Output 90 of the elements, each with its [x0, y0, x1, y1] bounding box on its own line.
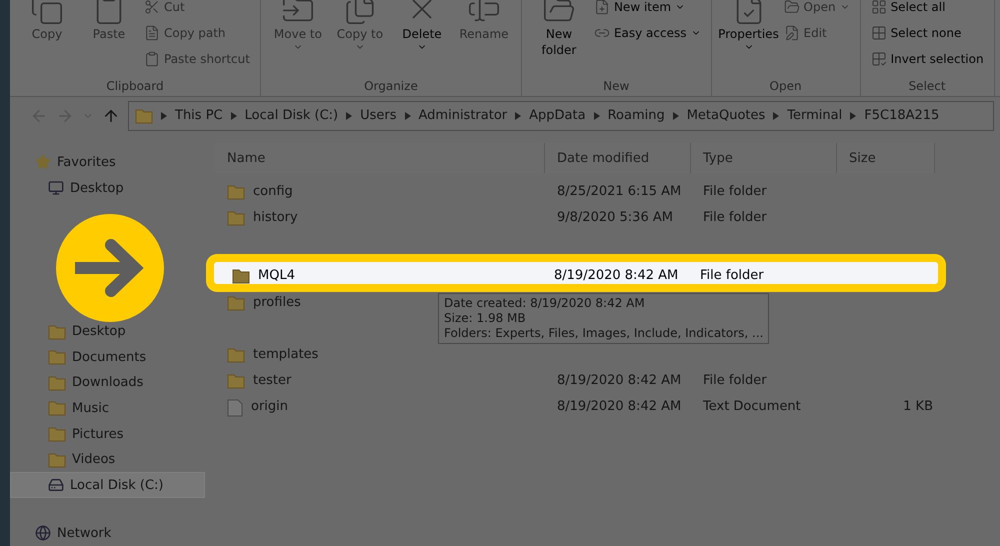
- folder-icon: [227, 347, 245, 364]
- chevron-icon: [773, 112, 780, 120]
- group-label: Select: [908, 78, 947, 95]
- table-cell-text: File folder: [702, 208, 768, 227]
- chevron-icon: [161, 112, 167, 120]
- path-segment[interactable]: Local Disk (C:): [244, 108, 338, 124]
- sidebar-item[interactable]: Documents: [10, 344, 205, 370]
- chevron-icon: [230, 112, 237, 120]
- sidebar-item[interactable]: Local Disk (C:): [10, 472, 205, 498]
- sidebar-item[interactable]: Pictures: [10, 421, 205, 447]
- table-cell-text: 8/19/2020 8:42 AM: [556, 372, 682, 390]
- group-label: New: [602, 78, 630, 95]
- table-cell-text: Text Document: [702, 398, 802, 416]
- tooltip-line: Size: 1.98 MB: [444, 311, 527, 326]
- ribbon-icon: [870, 51, 887, 67]
- table-cell-text: 8/19/2020 8:42 AM: [553, 267, 680, 284]
- path-segment[interactable]: AppData: [529, 108, 586, 124]
- sidebar-heading[interactable]: Favorites: [57, 154, 116, 170]
- ribbon-icon: [594, 0, 610, 15]
- path-segment[interactable]: Users: [360, 108, 397, 124]
- file-name[interactable]: tester: [223, 368, 553, 394]
- folder-icon: [48, 426, 66, 442]
- table-cell-text: File folder: [702, 372, 768, 390]
- folder-icon: [232, 268, 250, 284]
- tooltip-line: Date created: 8/19/2020 8:42 AM: [444, 296, 646, 312]
- table-cell-text: 8/25/2021 6:15 AM: [556, 183, 682, 202]
- file-name[interactable]: MQL4: [228, 262, 550, 284]
- folder-icon: [135, 108, 153, 124]
- folder-icon: [227, 295, 245, 312]
- sidebar-item[interactable]: Downloads: [10, 370, 205, 396]
- file-name[interactable]: config: [223, 179, 553, 205]
- folder-icon: [227, 210, 245, 226]
- path-segment[interactable]: F5C18A215: [864, 108, 940, 124]
- ribbon-icon: [30, 0, 64, 26]
- file-name[interactable]: templates: [223, 342, 553, 368]
- ribbon-icon: [784, 25, 800, 41]
- address-bar[interactable]: This PC Local Disk (C:) Users Administrator AppData Roaming MetaQuotes Terminal F5C18A215: [128, 100, 994, 131]
- monitor-icon: [48, 180, 64, 196]
- folder-icon: [48, 400, 66, 416]
- chevron-icon: [594, 112, 600, 120]
- table-cell-text: 9/8/2020 5:36 AM: [556, 208, 674, 227]
- ribbon-icon: [144, 0, 160, 15]
- ribbon-button[interactable]: Delete: [394, 0, 449, 79]
- sidebar-item[interactable]: Videos: [10, 446, 205, 472]
- folder-icon: [48, 349, 66, 366]
- ribbon-button[interactable]: Select all: [870, 0, 984, 18]
- folder-icon: [227, 373, 245, 390]
- chevron-icon: [404, 112, 411, 120]
- ribbon-button[interactable]: New folder: [532, 0, 586, 79]
- folder-icon: [48, 324, 66, 340]
- sidebar-heading[interactable]: Network: [57, 526, 112, 540]
- ribbon-icon: [144, 25, 160, 41]
- chevron-icon: [515, 112, 522, 120]
- table-cell-text: File folder: [699, 267, 765, 284]
- ribbon-icon: [784, 0, 800, 15]
- sidebar-item[interactable]: Music: [10, 396, 205, 422]
- table-cell-text: 8/19/2020 8:42 AM: [556, 398, 682, 416]
- folder-icon: [48, 452, 66, 468]
- ribbon-button[interactable]: Invert selection: [870, 48, 984, 70]
- file-name[interactable]: history: [223, 204, 553, 230]
- ribbon-icon: [144, 51, 160, 67]
- chevron-icon: [672, 112, 679, 120]
- chevron-icon: [850, 112, 856, 120]
- table-cell-text: File folder: [702, 183, 768, 202]
- sidebar-item[interactable]: Desktop: [10, 175, 205, 201]
- chevron-icon: [346, 112, 352, 120]
- highlighted-row[interactable]: MQL4 8/19/2020 8:42 AM File folder: [209, 257, 943, 290]
- ribbon-icon: [870, 0, 887, 15]
- path-segment[interactable]: MetaQuotes: [686, 108, 766, 124]
- table-cell-text: 1 KB: [902, 398, 934, 416]
- ribbon-button[interactable]: Easy access: [594, 22, 700, 44]
- path-segment[interactable]: This PC: [175, 108, 223, 124]
- ribbon-button[interactable]: New item: [594, 0, 700, 18]
- tooltip-line: Folders: Experts, Files, Images, Include, Indicators, ...: [444, 326, 764, 342]
- ribbon-icon: [870, 25, 887, 41]
- globe-icon: [35, 525, 51, 541]
- group-label: Organize: [363, 78, 419, 95]
- sidebar-item[interactable]: Desktop: [10, 318, 205, 344]
- group-label: Open: [768, 78, 803, 95]
- ribbon-button[interactable]: Select none: [870, 22, 984, 44]
- path-segment[interactable]: Terminal: [787, 108, 842, 124]
- drive-icon: [48, 477, 64, 494]
- group-label: Clipboard: [105, 78, 165, 95]
- folder-icon: [227, 184, 245, 200]
- folder-icon: [48, 374, 66, 391]
- star-icon: [35, 154, 51, 170]
- file-name[interactable]: origin: [223, 394, 553, 420]
- path-segment[interactable]: Roaming: [608, 108, 665, 124]
- path-segment[interactable]: Administrator: [418, 108, 508, 124]
- document-icon: [227, 398, 243, 417]
